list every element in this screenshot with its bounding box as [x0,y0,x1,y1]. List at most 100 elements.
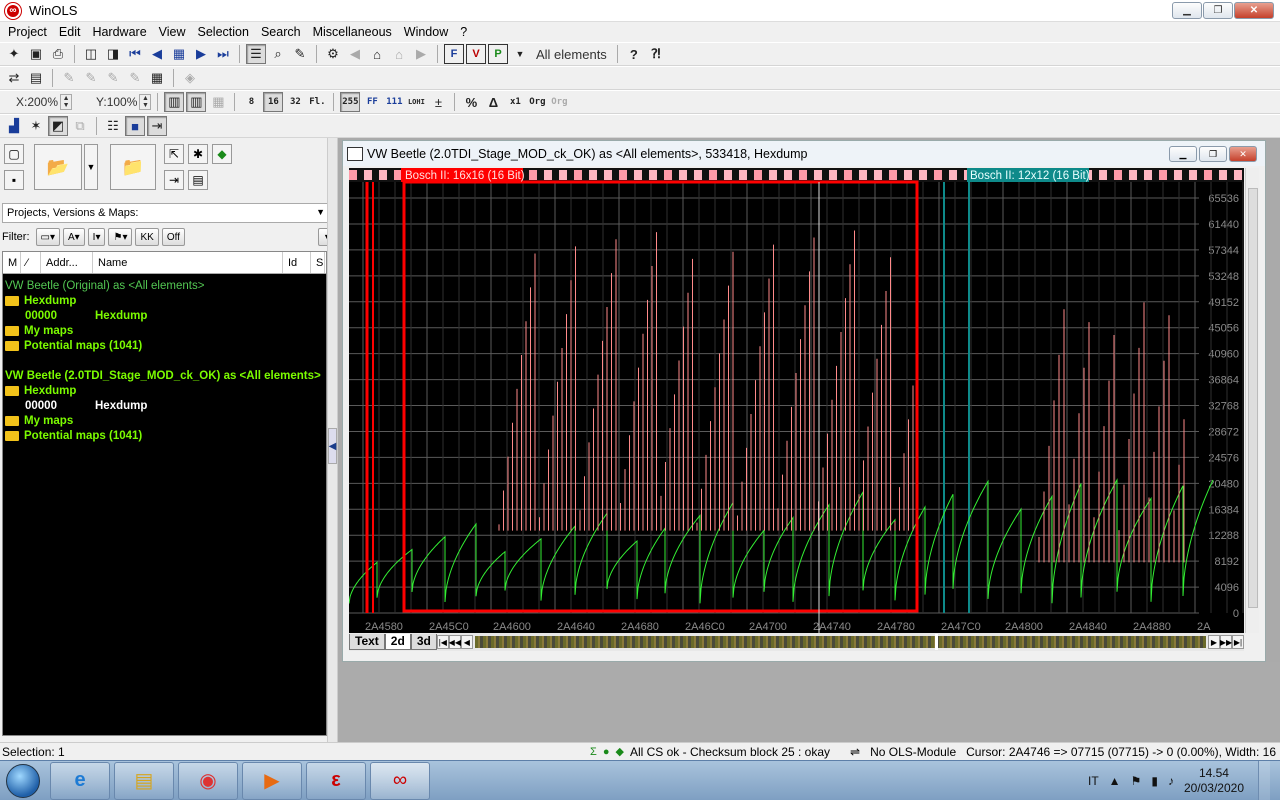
zoom-x-control[interactable]: X:200% ▲ ▼ [16,94,73,110]
collapse-arrow-icon[interactable]: ◀ [328,428,337,464]
evc-app-icon[interactable]: ε [306,761,366,800]
notes-icon[interactable]: ✎ [290,44,310,64]
new-file-icon[interactable]: ▢ [4,144,24,164]
connect-icon[interactable]: ⇄ [4,68,24,88]
last-page-icon[interactable]: ▶| [1232,635,1244,649]
properties-icon[interactable]: ▤ [188,170,208,190]
zoom-y-control[interactable]: Y:100% ▲ ▼ [96,94,152,110]
menu-edit[interactable]: Edit [53,25,87,39]
file-overview-strip[interactable] [474,634,1206,650]
first-page-icon[interactable]: |◀ [436,635,449,649]
context-help-icon[interactable]: ⁈ [646,44,666,64]
find-icon[interactable]: ⌕ [268,44,288,64]
first-icon[interactable]: ⏮ [125,44,145,64]
menu-window[interactable]: Window [398,25,454,39]
menu-selection[interactable]: Selection [192,25,255,39]
ie-icon[interactable]: e [50,761,110,800]
import-project-icon[interactable]: 📁 [110,144,156,190]
home-icon[interactable]: ⌂ [367,44,387,64]
menu-hardware[interactable]: Hardware [86,25,152,39]
next-icon[interactable]: ▶ [191,44,211,64]
filter-name-button[interactable]: A▾ [62,228,85,246]
binary-button[interactable]: 111 [384,92,404,112]
back-icon[interactable]: ◀ [345,44,365,64]
zoom-x-spinner[interactable]: ▲ ▼ [60,94,73,110]
show-desktop-button[interactable] [1258,761,1270,800]
home-disabled-icon[interactable]: ⌂ [389,44,409,64]
col-m[interactable]: M [3,252,21,273]
tree-entry[interactable]: 00000 Hexdump [3,308,326,323]
elements-dropdown[interactable]: All elements [532,47,611,62]
child-maximize-button[interactable]: ❐ [1199,146,1227,162]
tray-expand-icon[interactable]: ▲ [1109,774,1121,788]
map-frame-icon[interactable]: ■ [125,116,145,136]
tree-folder[interactable]: My maps [3,413,326,428]
scrollbar-thumb[interactable] [1248,188,1258,608]
maximize-button[interactable]: ❐ [1203,2,1233,19]
list-view-icon[interactable]: ☰ [246,44,266,64]
close-button[interactable]: ✕ [1234,2,1274,19]
exit-icon[interactable]: ⇥ [164,170,184,190]
percent-icon[interactable]: % [461,92,481,112]
filter-v-icon[interactable]: V [466,44,486,64]
table-icon[interactable]: ▦ [208,92,228,112]
tree-folder[interactable]: Potential maps (1041) [3,428,326,443]
filter-f-icon[interactable]: F [444,44,464,64]
wizard-icon[interactable]: ✦ [4,44,24,64]
lohi-button[interactable]: LOHI [406,92,426,112]
bit16-button[interactable]: 16 [263,92,284,112]
hex-button[interactable]: FF [362,92,382,112]
winols-icon[interactable]: ∞ [370,761,430,800]
online-icon[interactable]: ◆ [212,144,232,164]
chevron-down-icon[interactable]: ▼ [510,44,530,64]
map-select-icon[interactable]: ◩ [48,116,68,136]
save-icon[interactable]: ▪ [4,170,24,190]
original2-button[interactable]: Org [549,92,569,112]
map-range-icon[interactable]: ⇥ [147,116,167,136]
map-list-icon[interactable]: ☷ [103,116,123,136]
start-button[interactable] [0,761,46,800]
filter-id-button[interactable]: I▾ [87,228,106,246]
ecu-icon[interactable]: ▣ [26,44,46,64]
bit32-button[interactable]: 32 [285,92,305,112]
delta-icon[interactable]: Δ [483,92,503,112]
volume-icon[interactable]: ♪ [1168,774,1174,788]
tree-folder[interactable]: Hexdump [3,383,326,398]
file-explorer-icon[interactable]: ▤ [114,761,174,800]
settings-icon[interactable]: ⚙ [323,44,343,64]
chip-icon[interactable]: ▤ [26,68,46,88]
tool-icon[interactable]: ✱ [188,144,208,164]
columns-icon[interactable]: ▥ [164,92,185,112]
forward-icon[interactable]: ▶ [411,44,431,64]
menu-help[interactable]: ? [454,25,473,39]
decimal-button[interactable]: 255 [340,92,361,112]
original-button[interactable]: Org [527,92,547,112]
last-icon[interactable]: ⏭ [213,44,233,64]
tab-text[interactable]: Text [349,634,385,650]
window-icon[interactable]: ◫ [81,44,101,64]
export-icon[interactable]: ⇱ [164,144,184,164]
tab-3d[interactable]: 3d [410,634,437,650]
tree-entry[interactable]: 00000 Hexdump [3,398,326,413]
sign-icon[interactable]: ± [428,92,448,112]
read-icon[interactable]: ✎ [59,68,79,88]
next-page-icon[interactable]: ▶▶ [1220,635,1232,649]
chip-read-icon[interactable]: ▦ [147,68,167,88]
chrome-icon[interactable]: ◉ [178,761,238,800]
project-view-select[interactable]: Projects, Versions & Maps: ▼ [2,203,330,223]
clock[interactable]: 14.54 20/03/2020 [1184,766,1244,796]
tree-folder[interactable]: Hexdump [3,293,326,308]
tree-project-modified[interactable]: VW Beetle (2.0TDI_Stage_MOD_ck_OK) as <A… [3,368,326,383]
filter-kk-button[interactable]: KK [135,228,159,246]
scroll-left-icon[interactable]: ◀ [460,635,473,649]
print-icon[interactable]: ⎙ [48,44,68,64]
grid-icon[interactable]: ▦ [169,44,189,64]
flag-icon[interactable]: ⚑ [1131,774,1142,788]
menu-view[interactable]: View [153,25,192,39]
prev-icon[interactable]: ◀ [147,44,167,64]
filter-type-button[interactable]: ▭▾ [35,228,60,246]
col-address[interactable]: Addr... [41,252,93,273]
filter-p-icon[interactable]: P [488,44,508,64]
language-indicator[interactable]: IT [1088,774,1099,788]
map-copy-icon[interactable]: ⧉ [70,116,90,136]
